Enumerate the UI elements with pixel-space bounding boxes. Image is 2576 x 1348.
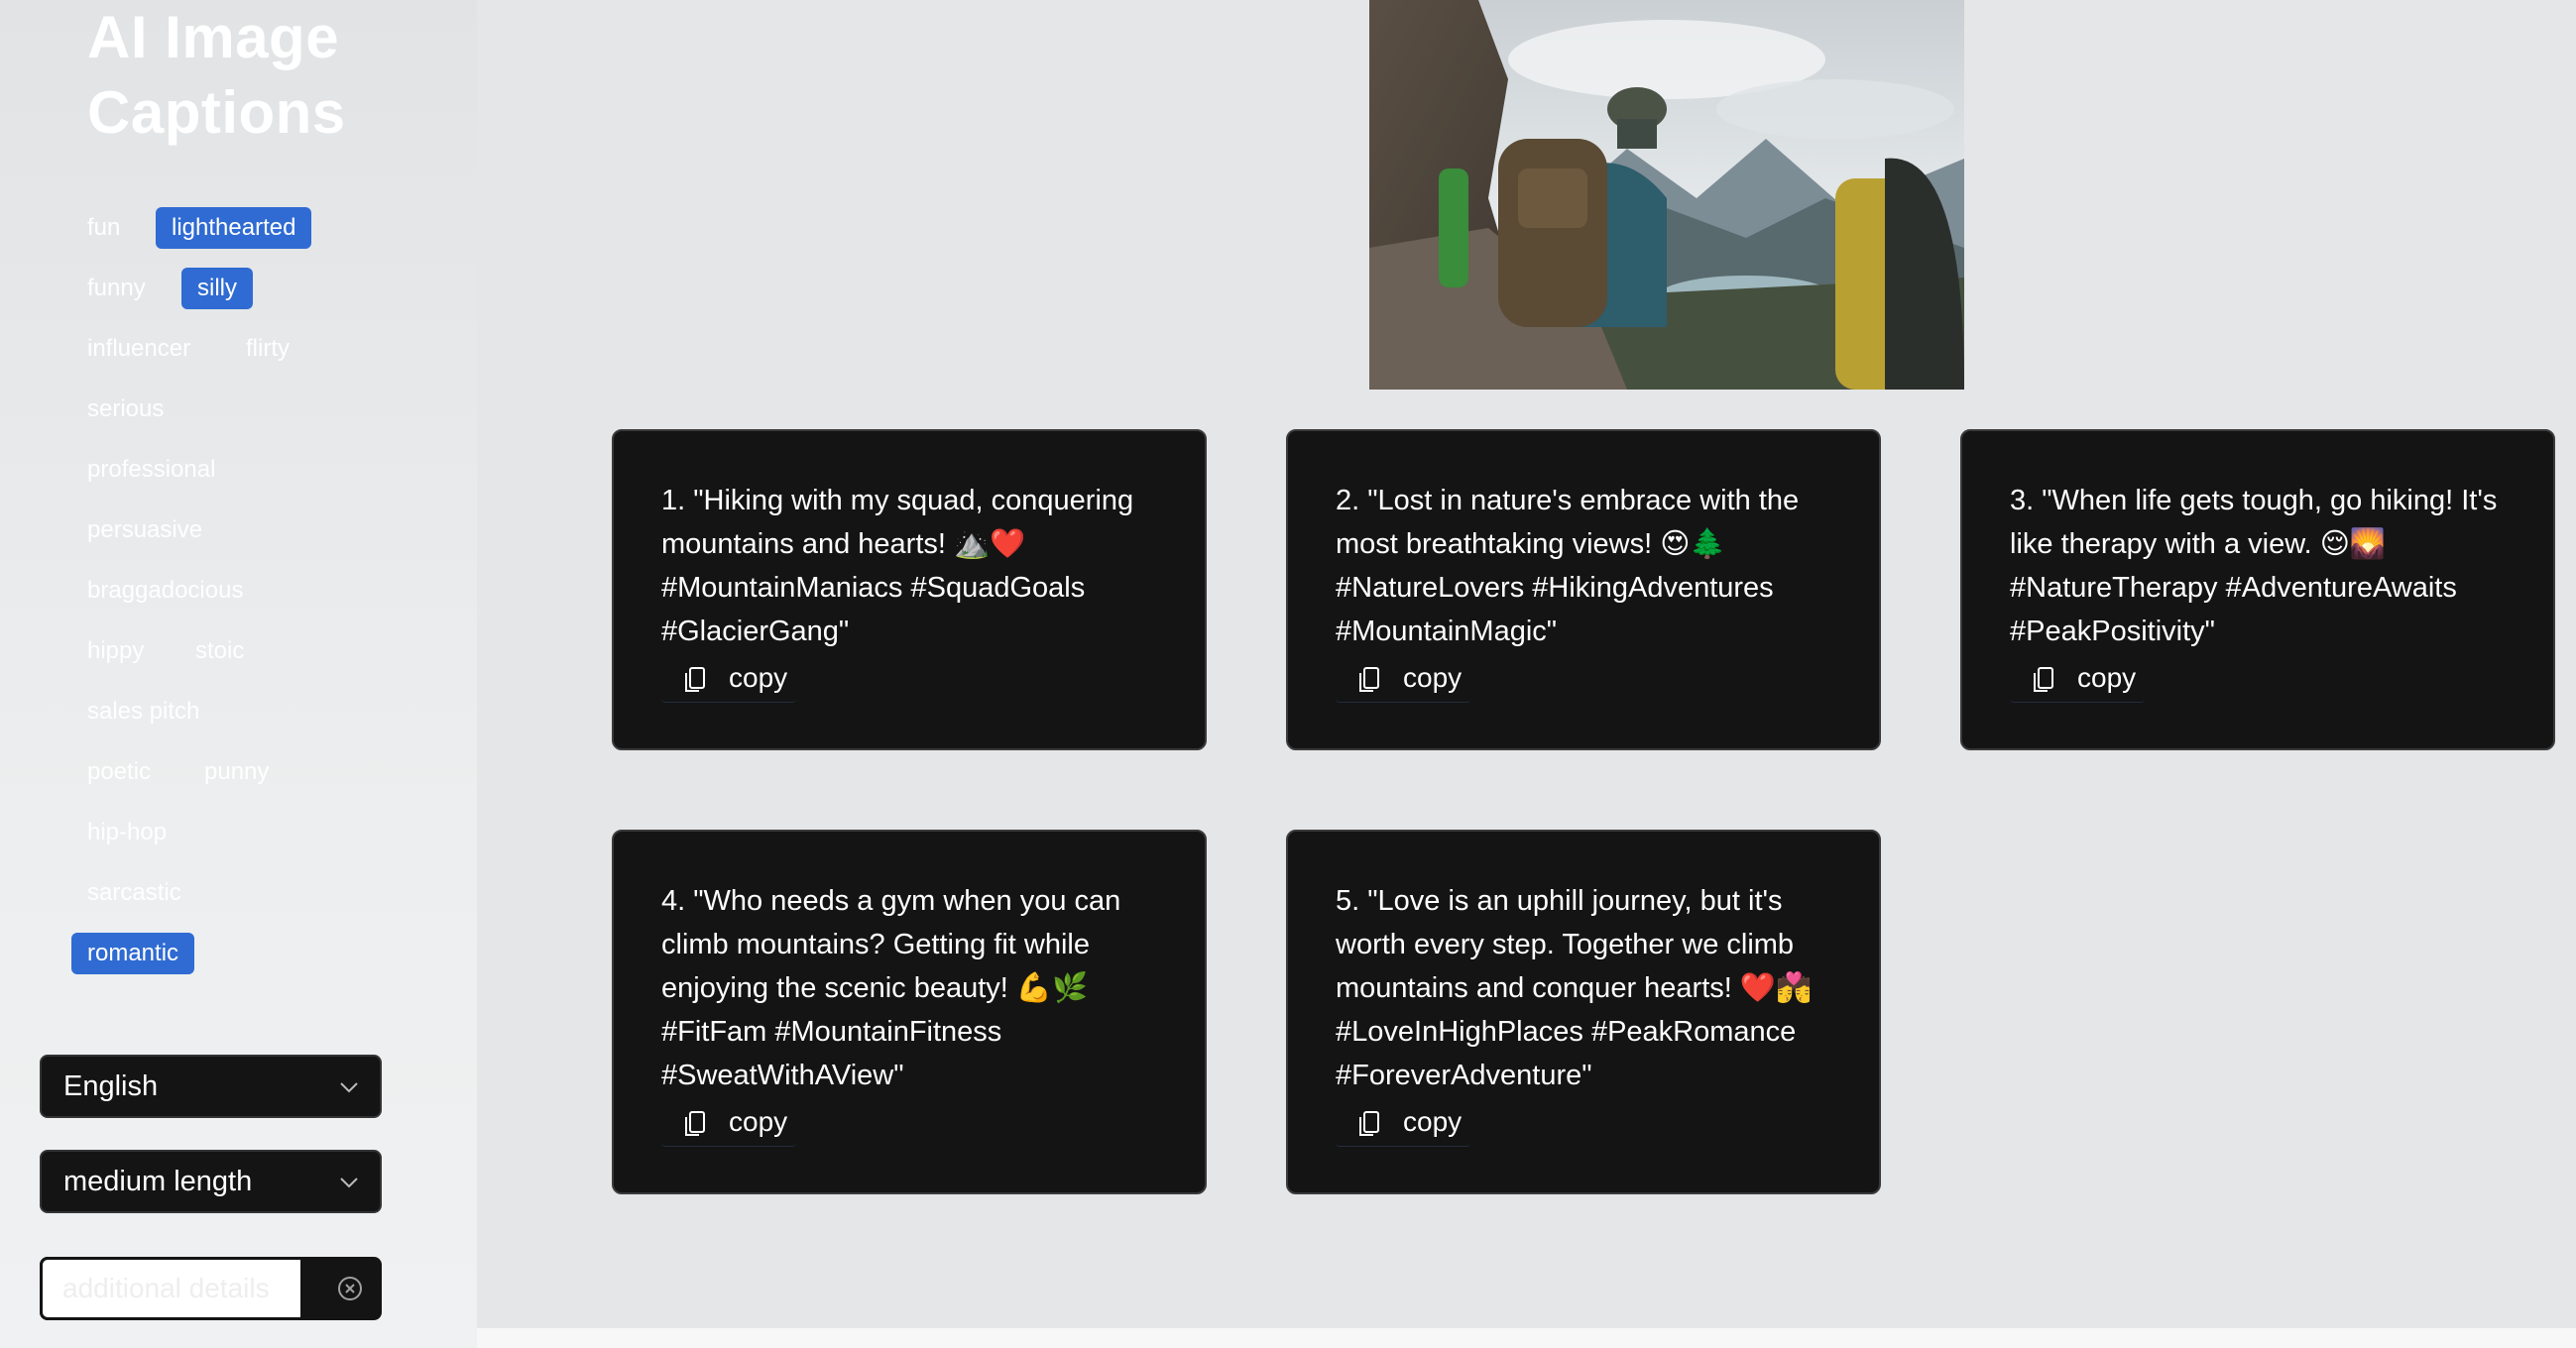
tag-sales-pitch[interactable]: sales pitch (71, 691, 215, 732)
caption-text: 5. "Love is an uphill journey, but it's … (1336, 885, 1813, 1091)
copy-label: copy (729, 662, 788, 693)
copy-icon (685, 667, 705, 692)
caption-text: 3. "When life gets tough, go hiking! It'… (2010, 485, 2498, 647)
caption-text: 1. "Hiking with my squad, conquering mou… (661, 485, 1134, 647)
tag-influencer[interactable]: influencer (71, 328, 206, 370)
caption-text: 2. "Lost in nature's embrace with the mo… (1336, 485, 1800, 647)
copy-button[interactable]: copy (1336, 1099, 1470, 1147)
tag-stoic[interactable]: stoic (179, 630, 260, 672)
sidebar: AI Image Captions fun lighthearted funny… (0, 0, 477, 1348)
copy-icon (1359, 667, 1379, 692)
app-title: AI Image Captions (87, 4, 346, 146)
tag-lighthearted[interactable]: lighthearted (156, 207, 312, 249)
caption-card: 5. "Love is an uphill journey, but it's … (1286, 830, 1881, 1194)
tag-romantic[interactable]: romantic (71, 933, 195, 974)
tag-serious[interactable]: serious (71, 389, 179, 430)
app-root: AI Image Captions fun lighthearted funny… (0, 0, 2576, 1348)
uploaded-image (1369, 0, 1964, 390)
copy-button[interactable]: copy (661, 655, 796, 703)
tag-persuasive[interactable]: persuasive (71, 509, 218, 551)
copy-icon (1359, 1111, 1379, 1136)
language-select-value: English (63, 1070, 159, 1102)
tag-professional[interactable]: professional (71, 449, 231, 491)
hiker-photo-illustration (1369, 0, 1964, 390)
caption-card: 1. "Hiking with my squad, conquering mou… (612, 429, 1207, 750)
caption-card: 2. "Lost in nature's embrace with the mo… (1286, 429, 1881, 750)
length-select[interactable]: medium length (40, 1150, 382, 1213)
chevron-down-icon (340, 1178, 358, 1188)
bottom-strip (477, 1328, 2576, 1348)
caption-card: 3. "When life gets tough, go hiking! It'… (1960, 429, 2555, 750)
tag-funny[interactable]: funny (71, 268, 162, 309)
tag-sarcastic[interactable]: sarcastic (71, 872, 197, 914)
language-select[interactable]: English (40, 1055, 382, 1118)
tag-silly[interactable]: silly (181, 268, 253, 309)
copy-button[interactable]: copy (661, 1099, 796, 1147)
tag-poetic[interactable]: poetic (71, 751, 167, 793)
copy-label: copy (1403, 662, 1463, 693)
copy-button[interactable]: copy (2010, 655, 2145, 703)
tag-hip-hop[interactable]: hip-hop (71, 812, 182, 853)
copy-label: copy (2077, 662, 2137, 693)
details-input-group (40, 1257, 382, 1320)
tag-hippy[interactable]: hippy (71, 630, 160, 672)
chevron-down-icon (340, 1082, 358, 1093)
copy-icon (2034, 667, 2053, 692)
copy-button[interactable]: copy (1336, 655, 1470, 703)
length-select-value: medium length (63, 1166, 253, 1197)
caption-card: 4. "Who needs a gym when you can climb m… (612, 830, 1207, 1194)
tag-fun[interactable]: fun (71, 207, 136, 249)
caption-text: 4. "Who needs a gym when you can climb m… (661, 885, 1121, 1091)
copy-label: copy (729, 1106, 788, 1137)
tag-flirty[interactable]: flirty (230, 328, 305, 370)
clear-x-icon[interactable] (336, 1275, 364, 1302)
copy-icon (685, 1111, 705, 1136)
tag-braggadocious[interactable]: braggadocious (71, 570, 259, 612)
additional-details-input[interactable] (40, 1257, 303, 1320)
copy-label: copy (1403, 1106, 1463, 1137)
tag-punny[interactable]: punny (188, 751, 285, 793)
